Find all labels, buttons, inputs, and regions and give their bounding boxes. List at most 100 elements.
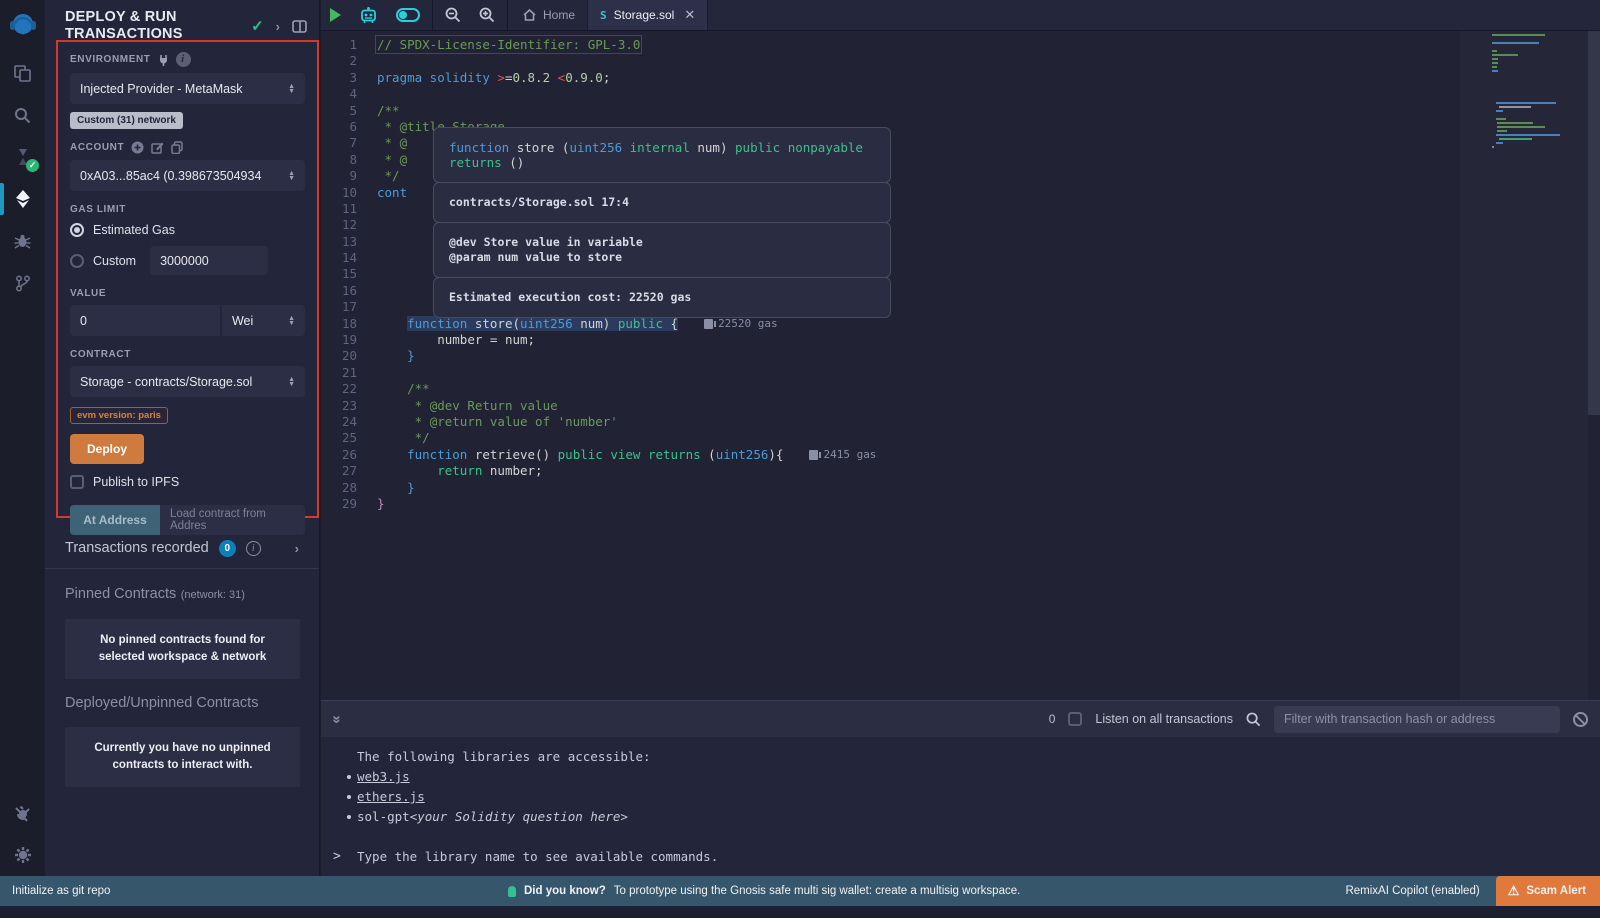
transactions-recorded-row[interactable]: Transactions recorded 0 i › bbox=[45, 531, 319, 565]
settings-icon[interactable] bbox=[0, 834, 45, 876]
line-number: 6 bbox=[321, 119, 377, 135]
git-init-status[interactable]: Initialize as git repo bbox=[0, 885, 110, 897]
copy-address-icon[interactable] bbox=[171, 141, 183, 154]
plug-icon[interactable] bbox=[158, 54, 169, 66]
chevron-updown-icon: ▲▼ bbox=[288, 171, 295, 181]
code-line: 3pragma solidity >=0.8.2 <0.9.0; bbox=[321, 70, 876, 86]
terminal-library-item[interactable]: ethers.js bbox=[357, 787, 1600, 807]
terminal-body: The following libraries are accessible: … bbox=[321, 737, 1600, 867]
line-number: 20 bbox=[321, 348, 377, 364]
debugger-icon[interactable] bbox=[0, 220, 45, 262]
play-icon bbox=[330, 8, 341, 22]
pin-panel-icon[interactable] bbox=[292, 20, 307, 33]
tab-home[interactable]: Home bbox=[511, 0, 588, 30]
publish-ipfs-checkbox-row[interactable]: Publish to IPFS bbox=[70, 475, 305, 489]
account-label: ACCOUNT bbox=[70, 141, 305, 154]
line-number: 2 bbox=[321, 53, 377, 69]
tab-storage-sol[interactable]: S Storage.sol ✕ bbox=[588, 0, 708, 30]
terminal-prompt[interactable]: > bbox=[333, 849, 341, 864]
value-unit-select[interactable]: Wei ▲▼ bbox=[222, 305, 305, 336]
evm-version-badge: evm version: paris bbox=[70, 407, 168, 424]
line-number: 5 bbox=[321, 103, 377, 119]
pinned-network-subtitle: (network: 31) bbox=[181, 589, 245, 601]
zoom-in-button[interactable] bbox=[470, 0, 504, 30]
line-number: 19 bbox=[321, 332, 377, 348]
deploy-button[interactable]: Deploy bbox=[70, 434, 144, 464]
deployed-empty-message: Currently you have no unpinned contracts… bbox=[65, 727, 300, 787]
checkbox-icon bbox=[70, 475, 84, 489]
contract-label: CONTRACT bbox=[70, 349, 305, 360]
line-number: 14 bbox=[321, 250, 377, 266]
environment-select[interactable]: Injected Provider - MetaMask ▲▼ bbox=[70, 73, 305, 104]
editor-scrollbar[interactable] bbox=[1588, 31, 1600, 415]
line-number: 27 bbox=[321, 463, 377, 479]
add-account-icon[interactable] bbox=[131, 141, 144, 154]
line-number: 4 bbox=[321, 86, 377, 102]
line-number: 3 bbox=[321, 70, 377, 86]
terminal-library-item[interactable]: web3.js bbox=[357, 767, 1600, 787]
solidity-compiler-icon[interactable]: ✓ bbox=[0, 136, 45, 178]
code-line: 23 * @dev Return value bbox=[321, 398, 876, 414]
clear-console-icon[interactable] bbox=[1573, 712, 1588, 727]
remix-logo-icon bbox=[8, 11, 38, 41]
terminal: » 0 Listen on all transactions Filter wi… bbox=[321, 700, 1600, 876]
deploy-run-icon[interactable] bbox=[0, 178, 45, 220]
listen-transactions-checkbox[interactable] bbox=[1068, 712, 1082, 726]
line-number: 1 bbox=[321, 37, 377, 53]
remix-ai-assistant-button[interactable] bbox=[350, 0, 387, 30]
expand-terminal-icon[interactable]: » bbox=[329, 715, 346, 723]
zoom-out-button[interactable] bbox=[436, 0, 470, 30]
copilot-toggle[interactable] bbox=[387, 0, 429, 30]
file-explorer-icon[interactable] bbox=[0, 52, 45, 94]
custom-gas-radio[interactable]: Custom bbox=[70, 252, 136, 270]
pinned-contracts-section: Pinned Contracts (network: 31) No pinned… bbox=[65, 585, 300, 679]
line-number: 25 bbox=[321, 430, 377, 446]
deploy-run-panel: DEPLOY & RUN TRANSACTIONS ✓ › ENVIRONMEN… bbox=[45, 0, 320, 876]
icon-rail: ✓ bbox=[0, 0, 45, 876]
zoom-in-icon bbox=[479, 7, 495, 23]
code-line: 26 function retrieve() public view retur… bbox=[321, 447, 876, 463]
custom-gas-input[interactable]: 3000000 bbox=[150, 246, 268, 275]
git-icon[interactable] bbox=[0, 262, 45, 304]
gas-pump-icon bbox=[704, 319, 713, 329]
estimated-gas-radio[interactable]: Estimated Gas bbox=[70, 221, 305, 239]
code-line: 20 } bbox=[321, 348, 876, 364]
pinned-contracts-title: Pinned Contracts bbox=[65, 586, 176, 602]
code-line: 2 bbox=[321, 53, 876, 69]
minimap[interactable] bbox=[1460, 31, 1588, 700]
compile-check-icon: ✓ bbox=[251, 17, 264, 35]
tooltip-doc-dev: @dev Store value in variable bbox=[449, 235, 875, 250]
line-number: 17 bbox=[321, 299, 377, 315]
value-input[interactable]: 0 bbox=[70, 305, 220, 336]
tooltip-location: contracts/Storage.sol 17:4 bbox=[449, 195, 875, 210]
sign-message-icon[interactable] bbox=[151, 141, 164, 154]
deployed-contracts-section: Deployed/Unpinned Contracts Currently yo… bbox=[65, 695, 300, 787]
transactions-info-icon[interactable]: i bbox=[246, 541, 261, 556]
line-number: 24 bbox=[321, 414, 377, 430]
lightbulb-icon bbox=[508, 886, 516, 897]
line-number: 26 bbox=[321, 447, 377, 463]
chevron-right-icon[interactable]: › bbox=[295, 541, 299, 556]
close-tab-icon[interactable]: ✕ bbox=[684, 7, 695, 23]
remix-logo[interactable] bbox=[0, 0, 45, 52]
environment-info-icon[interactable]: i bbox=[176, 52, 191, 67]
run-script-button[interactable] bbox=[321, 0, 350, 30]
main-area: Home S Storage.sol ✕ 1// SPDX-License-Id… bbox=[321, 0, 1600, 876]
panel-title: DEPLOY & RUN TRANSACTIONS bbox=[65, 9, 251, 43]
contract-select[interactable]: Storage - contracts/Storage.sol ▲▼ bbox=[70, 366, 305, 397]
line-number: 22 bbox=[321, 381, 377, 397]
transaction-filter-input[interactable]: Filter with transaction hash or address bbox=[1274, 706, 1560, 733]
terminal-intro: The following libraries are accessible: bbox=[357, 747, 1600, 767]
line-number: 9 bbox=[321, 168, 377, 184]
chevron-updown-icon: ▲▼ bbox=[288, 84, 295, 94]
search-icon[interactable] bbox=[0, 94, 45, 136]
account-select[interactable]: 0xA03...85ac4 (0.398673504934 ▲▼ bbox=[70, 160, 305, 191]
code-line: 5/** bbox=[321, 103, 876, 119]
collapse-panel-icon[interactable]: › bbox=[276, 19, 280, 34]
copilot-status[interactable]: RemixAI Copilot (enabled) bbox=[1345, 885, 1479, 897]
code-editor[interactable]: 1// SPDX-License-Identifier: GPL-3.023pr… bbox=[321, 31, 1600, 700]
plugin-manager-icon[interactable] bbox=[0, 792, 45, 834]
gas-limit-label: GAS LIMIT bbox=[70, 204, 305, 215]
scam-alert-button[interactable]: ⚠ Scam Alert bbox=[1496, 876, 1600, 906]
code-line: 22 /** bbox=[321, 381, 876, 397]
